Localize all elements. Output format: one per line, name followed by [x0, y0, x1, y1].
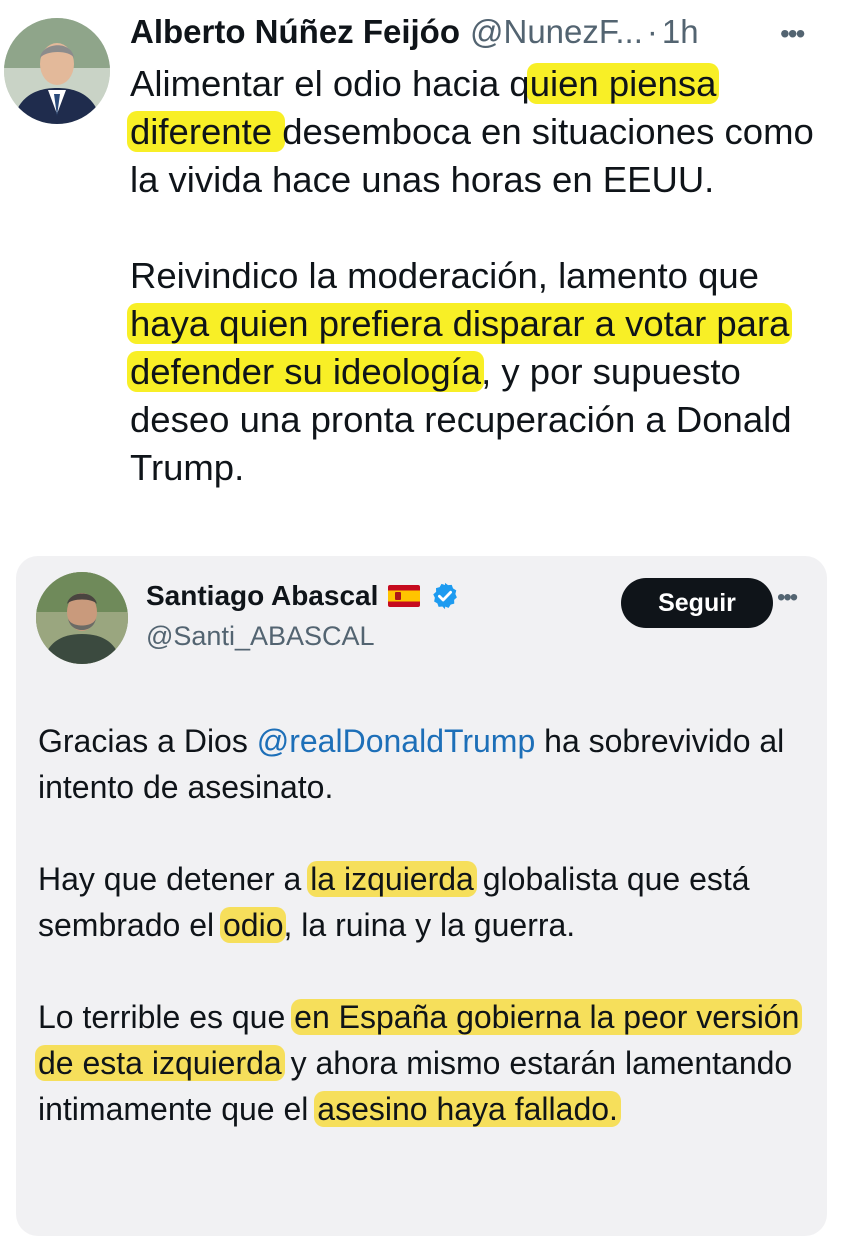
tweet-text: Gracias a Dios @realDonaldTrump ha sobre…: [35, 718, 808, 1132]
separator-dot: ·: [646, 13, 658, 50]
author-name-row: Santiago Abascal: [146, 578, 460, 614]
text-segment: Lo terrible es que: [38, 999, 295, 1035]
author-handle[interactable]: @Santi_ABASCAL: [146, 618, 375, 654]
author-name[interactable]: Alberto Núñez Feijóo: [130, 10, 460, 54]
highlighted-text: odio: [219, 907, 287, 943]
tweet-timestamp[interactable]: 1h: [662, 10, 699, 54]
tweet-paragraph: Hay que detener a la izquierda globalist…: [38, 856, 808, 948]
text-segment: Alimentar el odio hacia q: [130, 63, 530, 104]
tweet-paragraph: Reivindico la moderación, lamento que ha…: [127, 252, 830, 492]
tweet-paragraph: Gracias a Dios @realDonaldTrump ha sobre…: [38, 718, 808, 810]
tweet-paragraph: Alimentar el odio hacia quien piensa dif…: [127, 60, 830, 204]
mention-link[interactable]: @realDonaldTrump: [257, 723, 536, 759]
follow-button[interactable]: Seguir: [621, 578, 773, 628]
avatar[interactable]: [36, 572, 128, 664]
verified-badge-icon: [433, 582, 458, 610]
tweet-text: Alimentar el odio hacia quien piensa dif…: [127, 60, 830, 492]
profile-photo-icon: [36, 572, 128, 664]
more-horizontal-icon[interactable]: •••: [780, 20, 805, 48]
text-segment: Reivindico la moderación, lamento que: [130, 255, 759, 296]
text-segment: , la ruina y la guerra.: [283, 907, 576, 943]
tweet-header: Alberto Núñez Feijóo @NunezF... · 1h: [130, 10, 699, 54]
avatar[interactable]: [4, 18, 110, 124]
tweet-paragraph: Lo terrible es que en España gobierna la…: [35, 994, 808, 1132]
more-horizontal-icon[interactable]: •••: [777, 586, 798, 610]
quoted-tweet-card[interactable]: Santiago Abascal @Santi_ABASCAL Seguir •…: [16, 556, 827, 1236]
author-name[interactable]: Santiago Abascal: [146, 578, 378, 614]
spain-flag-icon: [388, 585, 421, 607]
highlighted-text: la izquierda: [307, 861, 477, 897]
profile-photo-icon: [4, 18, 110, 124]
text-segment: Gracias a Dios: [38, 723, 257, 759]
highlighted-text: asesino haya fallado.: [314, 1091, 621, 1127]
author-handle[interactable]: @NunezF...: [470, 10, 643, 54]
text-segment: Hay que detener a: [38, 861, 311, 897]
